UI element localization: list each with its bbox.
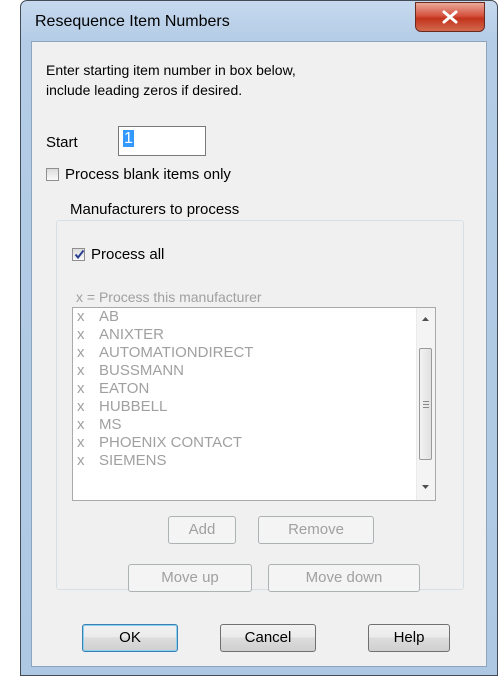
ok-button[interactable]: OK	[82, 624, 178, 652]
instructions-text: Enter starting item number in box below,…	[46, 60, 466, 100]
blank-only-checkbox[interactable]	[46, 168, 59, 181]
manufacturer-name: MS	[99, 416, 122, 433]
manufacturer-hint: x = Process this manufacturer	[76, 289, 262, 305]
manufacturer-name: HUBBELL	[99, 398, 168, 415]
manufacturer-mark: x	[77, 416, 85, 433]
manufacturer-mark: x	[77, 362, 85, 379]
scroll-grip	[423, 404, 429, 405]
manufacturer-name: SIEMENS	[99, 452, 167, 469]
process-all-checkbox[interactable]	[72, 248, 85, 261]
instructions-line-1: Enter starting item number in box below,	[46, 62, 296, 78]
manufacturer-list-item[interactable]: x PHOENIX CONTACT	[73, 434, 435, 452]
cancel-button[interactable]: Cancel	[220, 624, 316, 652]
manufacturers-group-label: Manufacturers to process	[66, 201, 244, 218]
scroll-grip	[423, 407, 429, 408]
remove-button[interactable]: Remove	[258, 516, 374, 544]
manufacturer-mark: x	[77, 344, 85, 361]
manufacturer-list[interactable]: x AB x ANIXTER x AUTOMATIONDIRECT x BUSSMANN x EA…	[72, 307, 436, 501]
blank-only-checkbox-row[interactable]: Process blank items only	[46, 166, 231, 183]
manufacturer-name: AUTOMATIONDIRECT	[99, 344, 254, 361]
blank-only-label: Process blank items only	[65, 166, 231, 183]
checkmark-icon	[74, 249, 85, 260]
manufacturer-name: PHOENIX CONTACT	[99, 434, 243, 451]
list-scrollbar[interactable]	[416, 308, 435, 500]
manufacturer-list-item[interactable]: x ANIXTER	[73, 326, 435, 344]
add-button[interactable]: Add	[168, 516, 236, 544]
manufacturer-list-item[interactable]: x EATON	[73, 380, 435, 398]
help-button[interactable]: Help	[368, 624, 450, 652]
dialog-client-area: Enter starting item number in box below,…	[31, 41, 487, 667]
manufacturer-list-item[interactable]: x SIEMENS	[73, 452, 435, 470]
scroll-up-button[interactable]	[417, 310, 434, 328]
process-all-label: Process all	[91, 246, 165, 263]
scroll-up-arrow-icon	[422, 317, 429, 321]
manufacturer-mark: x	[77, 434, 85, 451]
window-title: Resequence Item Numbers	[35, 13, 230, 30]
manufacturer-name: ANIXTER	[99, 326, 165, 343]
manufacturer-name: EATON	[99, 380, 150, 397]
manufacturer-mark: x	[77, 452, 85, 469]
scroll-grip	[423, 401, 429, 402]
process-all-checkbox-row[interactable]: Process all	[72, 246, 164, 263]
manufacturer-mark: x	[77, 380, 85, 397]
manufacturer-mark: x	[77, 398, 85, 415]
manufacturer-list-item[interactable]: x AUTOMATIONDIRECT	[73, 344, 435, 362]
manufacturer-list-item[interactable]: x HUBBELL	[73, 398, 435, 416]
title-bar[interactable]: Resequence Item Numbers	[21, 1, 497, 41]
move-down-button[interactable]: Move down	[268, 564, 420, 592]
start-number-value: 1	[123, 130, 134, 147]
manufacturer-mark: x	[77, 308, 85, 325]
start-number-input[interactable]: 1	[118, 126, 206, 156]
manufacturer-list-items: x AB x ANIXTER x AUTOMATIONDIRECT x BUSSMANN x EA…	[73, 308, 435, 470]
manufacturer-list-item[interactable]: x MS	[73, 416, 435, 434]
manufacturer-mark: x	[77, 326, 85, 343]
start-label: Start	[46, 134, 78, 151]
instructions-line-2: include leading zeros if desired.	[46, 82, 243, 98]
manufacturer-list-item[interactable]: x BUSSMANN	[73, 362, 435, 380]
dialog-window: Resequence Item Numbers Enter starting i…	[20, 0, 498, 676]
scroll-down-arrow-icon	[422, 485, 429, 489]
close-button[interactable]	[415, 2, 485, 32]
manufacturer-list-item[interactable]: x AB	[73, 308, 435, 326]
scroll-down-button[interactable]	[417, 478, 434, 496]
scroll-thumb[interactable]	[419, 348, 432, 460]
close-icon	[442, 10, 458, 24]
move-up-button[interactable]: Move up	[128, 564, 252, 592]
manufacturer-name: AB	[99, 308, 120, 325]
manufacturer-name: BUSSMANN	[99, 362, 185, 379]
